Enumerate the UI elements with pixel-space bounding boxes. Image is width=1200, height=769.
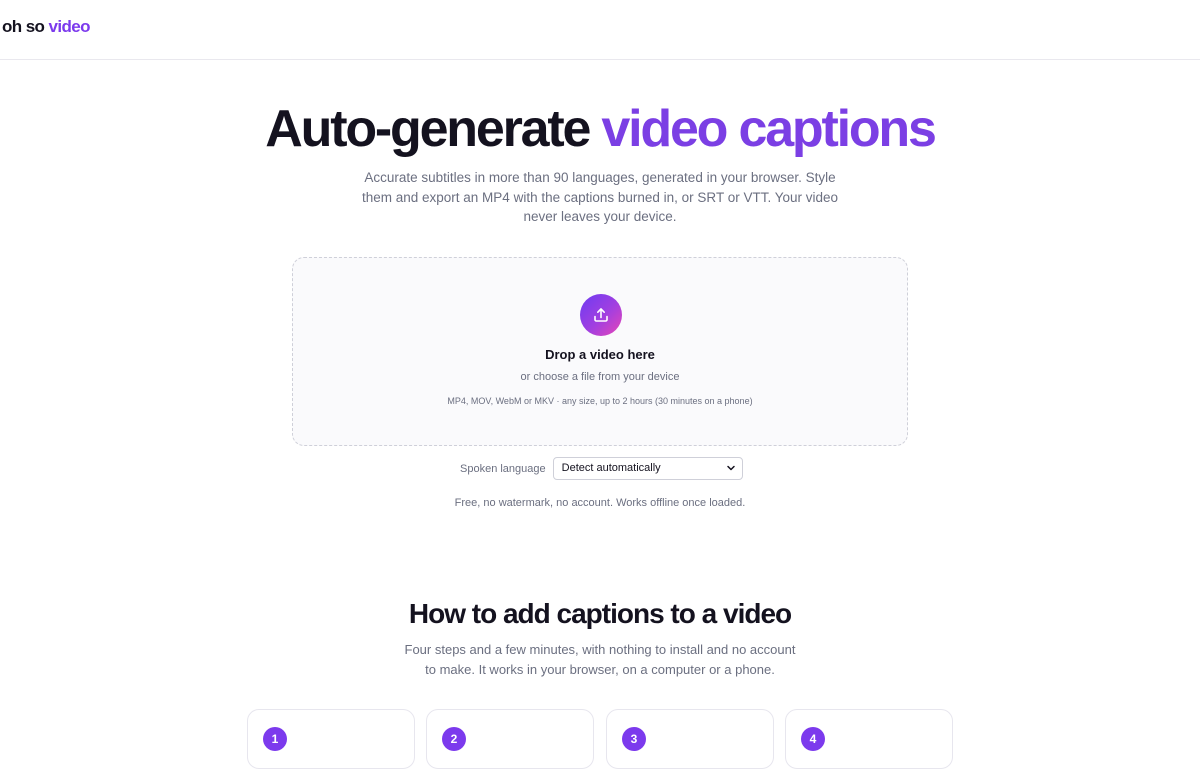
step-number-badge: 1 xyxy=(263,727,287,751)
language-select[interactable]: Detect automatically xyxy=(552,457,743,480)
page-title: Auto-generate video captions xyxy=(0,98,1200,160)
logo[interactable]: oh so video xyxy=(2,17,90,37)
choose-file-link[interactable]: or choose a file from your device xyxy=(293,371,907,383)
upload-icon[interactable] xyxy=(580,294,622,336)
step-card-4: 4 xyxy=(785,709,953,769)
free-note: Free, no watermark, no account. Works of… xyxy=(454,497,746,509)
hero-subtitle: Accurate subtitles in more than 90 langu… xyxy=(361,170,839,224)
language-select-value: Detect automatically xyxy=(561,462,661,474)
video-dropzone[interactable]: Drop a video here or choose a file from … xyxy=(292,257,908,446)
language-label: Spoken language xyxy=(460,462,546,475)
step-card-1: 1 xyxy=(247,709,415,769)
supported-formats: MP4, MOV, WebM or MKV · any size, up to … xyxy=(447,396,753,406)
how-to-subtitle: Four steps and a few minutes, with nothi… xyxy=(404,642,796,677)
dropzone-title: Drop a video here xyxy=(545,347,655,362)
how-to-title: How to add captions to a video xyxy=(408,598,792,629)
top-bar: oh so video xyxy=(0,0,1200,60)
step-number-badge: 3 xyxy=(622,727,646,751)
page-title-accent: video captions xyxy=(601,100,936,158)
language-row: Spoken language Detect automatically xyxy=(460,457,743,480)
page-title-main: Auto-generate xyxy=(265,100,591,158)
chevron-down-icon xyxy=(726,465,735,471)
logo-text-video: video xyxy=(48,17,90,36)
logo-text-oh-so: oh so xyxy=(2,17,45,36)
step-card-2: 2 xyxy=(426,709,594,769)
step-number-badge: 2 xyxy=(442,727,466,751)
step-number-badge: 4 xyxy=(801,727,825,751)
step-card-3: 3 xyxy=(606,709,774,769)
